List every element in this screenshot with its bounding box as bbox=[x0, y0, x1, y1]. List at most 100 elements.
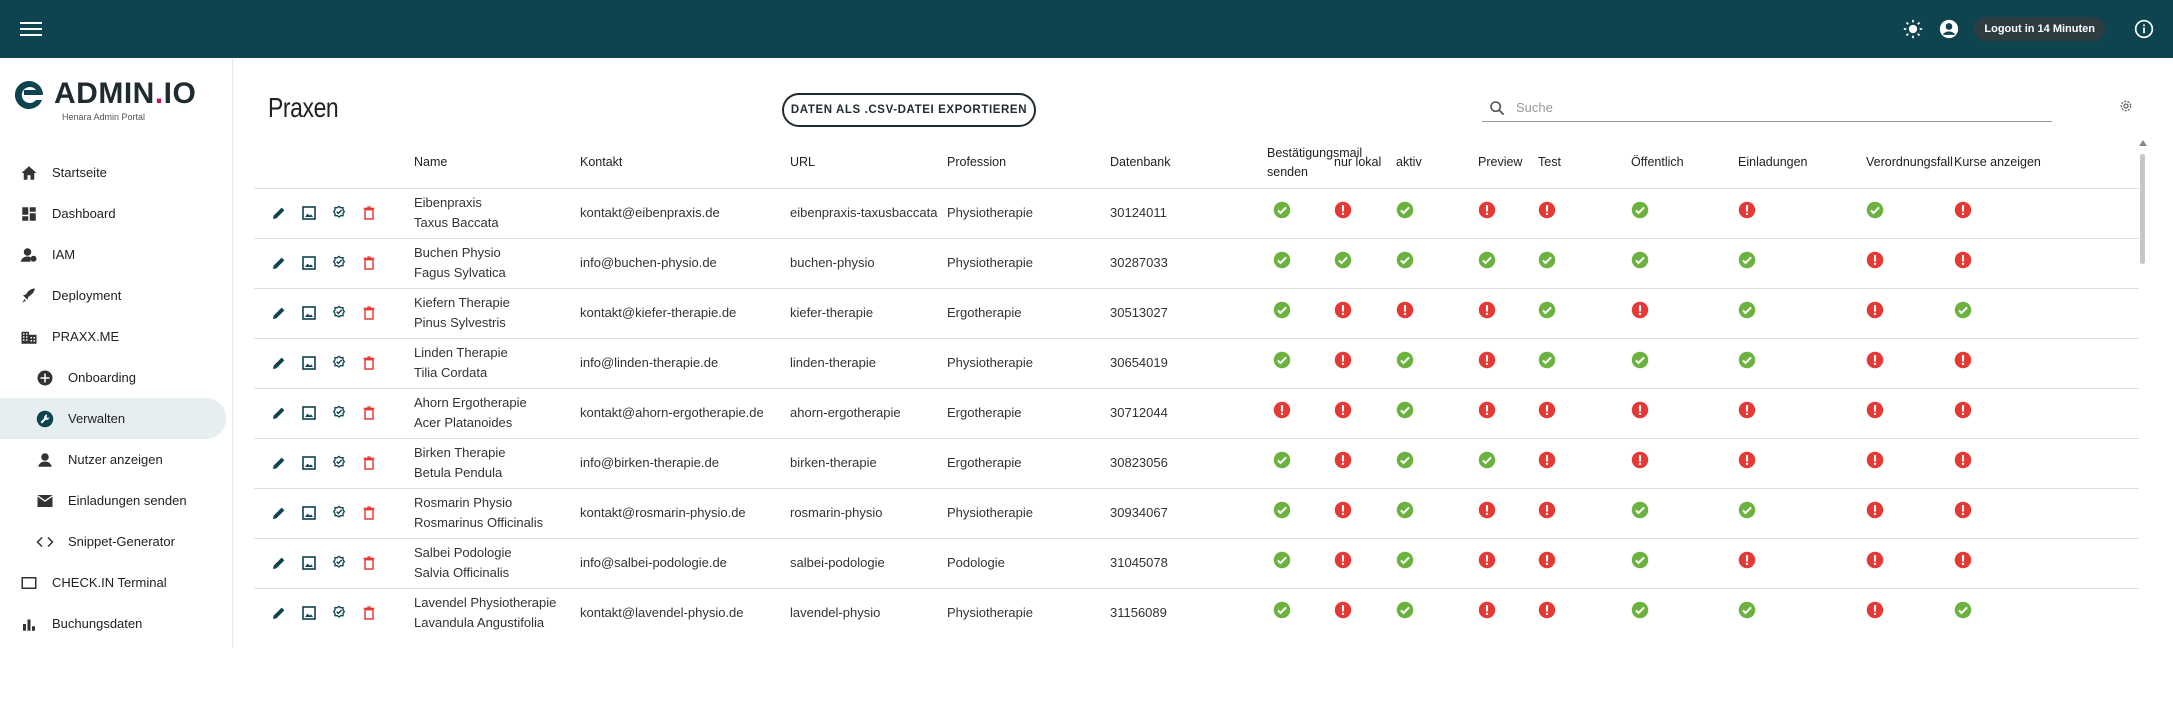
image-icon[interactable] bbox=[298, 452, 320, 474]
sidebar-item-snippet-generator[interactable]: Snippet-Generator bbox=[0, 521, 233, 562]
error-circle-icon[interactable] bbox=[1538, 501, 1556, 525]
error-circle-icon[interactable] bbox=[1538, 451, 1556, 475]
check-circle-icon[interactable] bbox=[1866, 201, 1884, 225]
image-icon[interactable] bbox=[298, 402, 320, 424]
edit-icon[interactable] bbox=[268, 302, 290, 324]
check-circle-icon[interactable] bbox=[1538, 251, 1556, 275]
check-circle-icon[interactable] bbox=[1538, 351, 1556, 375]
check-circle-icon[interactable] bbox=[1538, 301, 1556, 325]
check-circle-icon[interactable] bbox=[1631, 601, 1649, 625]
sidebar-item-deployment[interactable]: Deployment bbox=[0, 275, 233, 316]
scrollbar-thumb[interactable] bbox=[2140, 154, 2145, 264]
check-circle-icon[interactable] bbox=[1273, 601, 1291, 625]
check-circle-icon[interactable] bbox=[1738, 301, 1756, 325]
check-circle-icon[interactable] bbox=[1396, 501, 1414, 525]
column-header[interactable]: Kurse anzeigen bbox=[1954, 138, 2139, 188]
image-icon[interactable] bbox=[298, 352, 320, 374]
check-circle-icon[interactable] bbox=[1631, 201, 1649, 225]
check-circle-icon[interactable] bbox=[1631, 251, 1649, 275]
check-circle-icon[interactable] bbox=[1396, 401, 1414, 425]
error-circle-icon[interactable] bbox=[1954, 251, 1972, 275]
edit-icon[interactable] bbox=[268, 402, 290, 424]
error-circle-icon[interactable] bbox=[1538, 551, 1556, 575]
error-circle-icon[interactable] bbox=[1954, 551, 1972, 575]
logout-button[interactable]: Logout in 14 Minuten bbox=[1974, 17, 2105, 41]
menu-icon[interactable] bbox=[20, 18, 42, 40]
sidebar-item-verwalten[interactable]: Verwalten bbox=[0, 398, 226, 439]
error-circle-icon[interactable] bbox=[1478, 601, 1496, 625]
check-circle-icon[interactable] bbox=[1273, 301, 1291, 325]
error-circle-icon[interactable] bbox=[1738, 451, 1756, 475]
sidebar-item-onboarding[interactable]: Onboarding bbox=[0, 357, 233, 398]
verified-icon[interactable] bbox=[328, 502, 350, 524]
error-circle-icon[interactable] bbox=[1478, 351, 1496, 375]
sidebar-item-buchungsdaten[interactable]: Buchungsdaten bbox=[0, 603, 233, 644]
check-circle-icon[interactable] bbox=[1273, 251, 1291, 275]
error-circle-icon[interactable] bbox=[1954, 401, 1972, 425]
error-circle-icon[interactable] bbox=[1866, 251, 1884, 275]
error-circle-icon[interactable] bbox=[1631, 451, 1649, 475]
info-icon[interactable] bbox=[2133, 18, 2155, 40]
check-circle-icon[interactable] bbox=[1396, 201, 1414, 225]
check-circle-icon[interactable] bbox=[1738, 351, 1756, 375]
image-icon[interactable] bbox=[298, 302, 320, 324]
sidebar-item-check-in-terminal[interactable]: CHECK.IN Terminal bbox=[0, 562, 233, 603]
error-circle-icon[interactable] bbox=[1954, 351, 1972, 375]
vertical-scrollbar[interactable] bbox=[2139, 140, 2147, 650]
error-circle-icon[interactable] bbox=[1334, 501, 1352, 525]
error-circle-icon[interactable] bbox=[1866, 551, 1884, 575]
edit-icon[interactable] bbox=[268, 502, 290, 524]
column-header[interactable]: Kontakt bbox=[580, 138, 790, 188]
account-icon[interactable] bbox=[1938, 18, 1960, 40]
column-header[interactable]: Öffentlich bbox=[1631, 138, 1738, 188]
edit-icon[interactable] bbox=[268, 252, 290, 274]
error-circle-icon[interactable] bbox=[1538, 401, 1556, 425]
delete-icon[interactable] bbox=[358, 402, 380, 424]
sidebar-item-praxx-me[interactable]: PRAXX.ME bbox=[0, 316, 233, 357]
error-circle-icon[interactable] bbox=[1334, 601, 1352, 625]
column-header[interactable]: URL bbox=[790, 138, 947, 188]
edit-icon[interactable] bbox=[268, 552, 290, 574]
column-header[interactable]: Profession bbox=[947, 138, 1110, 188]
error-circle-icon[interactable] bbox=[1866, 451, 1884, 475]
error-circle-icon[interactable] bbox=[1738, 201, 1756, 225]
column-header[interactable]: Test bbox=[1538, 138, 1631, 188]
error-circle-icon[interactable] bbox=[1334, 201, 1352, 225]
error-circle-icon[interactable] bbox=[1478, 401, 1496, 425]
delete-icon[interactable] bbox=[358, 502, 380, 524]
error-circle-icon[interactable] bbox=[1478, 501, 1496, 525]
verified-icon[interactable] bbox=[328, 552, 350, 574]
delete-icon[interactable] bbox=[358, 552, 380, 574]
delete-icon[interactable] bbox=[358, 352, 380, 374]
error-circle-icon[interactable] bbox=[1334, 301, 1352, 325]
sidebar-item-startseite[interactable]: Startseite bbox=[0, 152, 233, 193]
edit-icon[interactable] bbox=[268, 352, 290, 374]
check-circle-icon[interactable] bbox=[1738, 501, 1756, 525]
error-circle-icon[interactable] bbox=[1631, 401, 1649, 425]
column-header[interactable]: Datenbank bbox=[1110, 138, 1267, 188]
sidebar-item-nutzer-anzeigen[interactable]: Nutzer anzeigen bbox=[0, 439, 233, 480]
verified-icon[interactable] bbox=[328, 402, 350, 424]
brightness-icon[interactable] bbox=[1902, 18, 1924, 40]
image-icon[interactable] bbox=[298, 502, 320, 524]
delete-icon[interactable] bbox=[358, 202, 380, 224]
export-csv-button[interactable]: DATEN ALS .CSV-DATEI EXPORTIEREN bbox=[782, 93, 1036, 127]
delete-icon[interactable] bbox=[358, 252, 380, 274]
check-circle-icon[interactable] bbox=[1396, 451, 1414, 475]
error-circle-icon[interactable] bbox=[1866, 301, 1884, 325]
check-circle-icon[interactable] bbox=[1396, 551, 1414, 575]
check-circle-icon[interactable] bbox=[1273, 451, 1291, 475]
check-circle-icon[interactable] bbox=[1631, 501, 1649, 525]
error-circle-icon[interactable] bbox=[1334, 551, 1352, 575]
check-circle-icon[interactable] bbox=[1273, 351, 1291, 375]
error-circle-icon[interactable] bbox=[1954, 451, 1972, 475]
image-icon[interactable] bbox=[298, 552, 320, 574]
error-circle-icon[interactable] bbox=[1478, 201, 1496, 225]
check-circle-icon[interactable] bbox=[1478, 251, 1496, 275]
error-circle-icon[interactable] bbox=[1631, 301, 1649, 325]
gear-icon[interactable] bbox=[2118, 98, 2138, 118]
delete-icon[interactable] bbox=[358, 452, 380, 474]
image-icon[interactable] bbox=[298, 202, 320, 224]
error-circle-icon[interactable] bbox=[1738, 551, 1756, 575]
error-circle-icon[interactable] bbox=[1866, 401, 1884, 425]
